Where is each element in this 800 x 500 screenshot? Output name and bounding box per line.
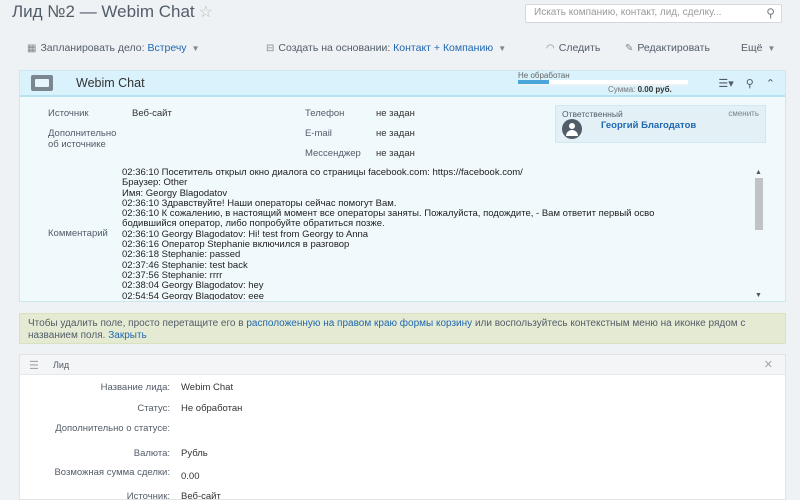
lead-card-header: Webim Chat Не обработан Сумма: 0.00 руб.… [20,71,785,97]
follow-label: Следить [558,42,601,54]
close-hint-link[interactable]: Закрыть [108,330,147,341]
search-icon[interactable]: ⚲ [766,6,775,20]
phone-label: Телефон [305,108,345,119]
create-from-button[interactable]: ⊟ Создать на основании: Контакт + Компани… [266,42,506,54]
convert-icon: ⊟ [266,43,275,54]
more-button[interactable]: Ещё ▼ [741,42,775,54]
trash-link[interactable]: расположенную на правом краю формы корзи… [246,318,472,329]
chevron-down-icon[interactable]: ▼ [498,44,506,53]
search-placeholder: Искать компанию, контакт, лид, сделку... [534,7,722,18]
page-title: Лид №2 — Webim Chat ☆ [12,2,213,22]
scroll-down-icon[interactable]: ▼ [755,292,762,299]
edit-button[interactable]: ✎ Редактировать [625,42,710,54]
drag-handle-icon[interactable]: ☰ [29,359,39,372]
edit-label: Редактировать [637,42,710,54]
plan-value[interactable]: Встречу [147,42,186,54]
drag-hint-banner: Чтобы удалить поле, просто перетащите ег… [19,313,786,344]
lead-card: Webim Chat Не обработан Сумма: 0.00 руб.… [19,70,786,302]
comment-text[interactable]: 02:36:10 Посетитель открыл окно диалога … [122,168,765,300]
pencil-icon: ✎ [625,43,634,54]
scroll-thumb[interactable] [755,178,763,230]
source-value: Веб-сайт [132,108,172,119]
field-value[interactable]: Рубль [181,448,208,459]
status-label: Не обработан [518,71,570,80]
sum-value: 0.00 руб. [637,85,672,94]
field-label: Название лида: [100,382,170,393]
avatar [562,119,582,139]
field-value[interactable]: Веб-сайт [181,491,221,500]
create-value[interactable]: Контакт + Компанию [393,42,493,54]
chevron-down-icon[interactable]: ▼ [192,44,200,53]
create-label: Создать на основании: [278,42,391,54]
field-value[interactable]: 0.00 [181,471,200,482]
list-settings-icon[interactable]: ☰▾ [718,78,733,90]
close-icon[interactable]: ✕ [764,358,773,371]
field-label: Дополнительно о статусе: [55,423,170,434]
follow-button[interactable]: ◠ Следить [546,42,600,54]
section-header: ☰ Лид ✕ [20,355,785,375]
responsible-box: Ответственный сменить Георгий Благодатов [555,105,766,143]
messenger-label: Мессенджер [305,148,361,159]
change-responsible-link[interactable]: сменить [728,109,759,118]
lead-name: Webim Chat [76,76,145,90]
comment-label: Комментарий [48,228,108,239]
phone-value: не задан [376,108,415,119]
comment-line: 02:36:10 Посетитель открыл окно диалога … [122,168,523,178]
pin-icon[interactable]: ⚲ [746,78,754,90]
email-value: не задан [376,128,415,139]
sum-display: Сумма: 0.00 руб. [608,85,672,94]
scroll-up-icon[interactable]: ▲ [755,169,762,176]
source-extra-label: Дополнительно об источнике [48,128,117,150]
hint-text-before: Чтобы удалить поле, просто перетащите ег… [28,318,247,329]
page-title-text: Лид №2 — Webim Chat [12,2,195,21]
responsible-label: Ответственный [562,109,623,119]
field-label: Валюта: [133,448,170,459]
field-value[interactable]: Не обработан [181,403,242,414]
calendar-icon: ▦ [27,43,37,54]
eye-icon: ◠ [546,43,555,54]
messenger-value: не задан [376,148,415,159]
toolbar: ▦ Запланировать дело: Встречу ▼ ⊟ Создать н… [19,38,786,60]
sum-label: Сумма: [608,85,636,94]
comment-line: 02:54:54 Georgy Blagodatov: eee [122,290,265,300]
star-icon[interactable]: ☆ [199,4,213,21]
card-header-icons: ☰▾ ⚲ ⌃ [706,77,775,90]
plan-activity-button[interactable]: ▦ Запланировать дело: Встречу ▼ [27,42,199,54]
field-value[interactable]: Webim Chat [181,382,233,393]
field-label: Источник: [126,491,170,500]
field-label: Статус: [137,403,170,414]
search-input[interactable]: Искать компанию, контакт, лид, сделку...… [525,4,782,23]
email-label: E-mail [305,128,332,139]
collapse-icon[interactable]: ⌃ [766,78,775,90]
more-label: Ещё [741,42,763,54]
status-progress-fill [518,80,549,84]
lead-card-icon [31,75,53,91]
chevron-down-icon: ▼ [767,44,776,53]
section-title: Лид [53,360,70,370]
plan-label: Запланировать дело: [40,42,145,54]
field-label: Возможная сумма сделки: [54,467,170,478]
responsible-name[interactable]: Георгий Благодатов [601,120,696,131]
comment-scrollbar[interactable]: ▲ ▼ [753,169,765,299]
source-label: Источник [48,108,89,119]
lead-section: ☰ Лид ✕ Название лида: Webim Chat Статус: Н… [19,354,786,500]
